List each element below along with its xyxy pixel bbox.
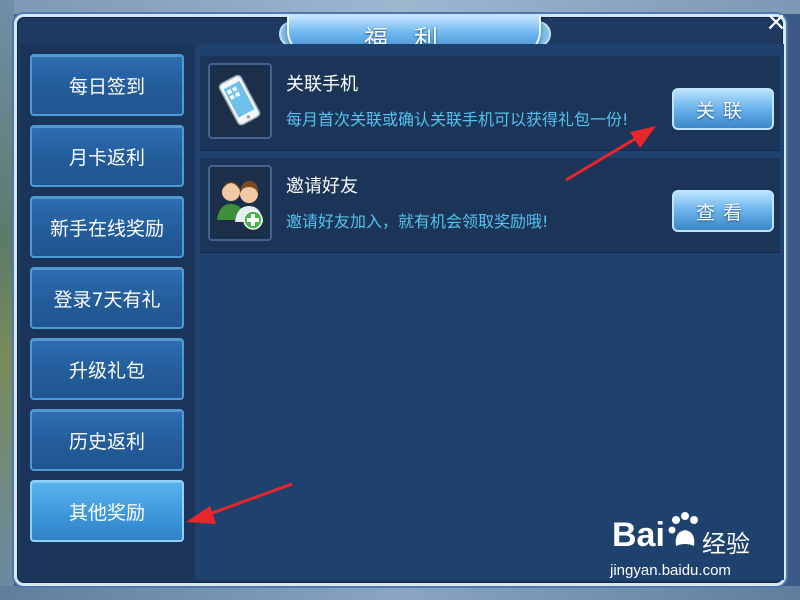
baidu-logo: Bai (612, 516, 665, 554)
background-bottom (0, 586, 800, 600)
close-icon[interactable]: × (762, 8, 790, 36)
annotation-arrow-icon (565, 126, 656, 182)
reward-title: 关联手机 (286, 74, 358, 95)
sidebar: 每日签到 月卡返利 新手在线奖励 登录7天有礼 升级礼包 历史返利 其他奖励 (20, 44, 194, 580)
sidebar-item-monthly-card[interactable]: 月卡返利 (30, 125, 184, 187)
reward-description: 邀请好友加入，就有机会领取奖励哦! (286, 212, 549, 231)
sidebar-item-newbie-online[interactable]: 新手在线奖励 (30, 196, 184, 258)
invite-friends-icon (208, 165, 272, 241)
link-phone-button[interactable]: 关联 (672, 88, 774, 130)
sidebar-item-daily-signin[interactable]: 每日签到 (30, 54, 184, 116)
phone-icon (208, 63, 272, 139)
watermark-url: jingyan.baidu.com (610, 562, 731, 579)
sidebar-item-level-up-gift[interactable]: 升级礼包 (30, 338, 184, 400)
list-item: 关联手机 每月首次关联或确认关联手机可以获得礼包一份! 关联 (200, 56, 780, 151)
baidu-paw-icon (668, 510, 702, 556)
background-top (0, 0, 800, 14)
baidu-jingyan-watermark: Bai 经验 jingyan.baidu.com (604, 512, 784, 582)
annotation-arrow-icon (186, 482, 293, 524)
reward-title: 邀请好友 (286, 176, 358, 197)
list-item: 邀请好友 邀请好友加入，就有机会领取奖励哦! 查看 (200, 158, 780, 253)
view-invite-button[interactable]: 查看 (672, 190, 774, 232)
background-left (0, 0, 14, 600)
watermark-text: 经验 (702, 530, 750, 558)
sidebar-item-other-rewards[interactable]: 其他奖励 (30, 480, 184, 542)
sidebar-item-history-rebate[interactable]: 历史返利 (30, 409, 184, 471)
sidebar-item-login-7-days[interactable]: 登录7天有礼 (30, 267, 184, 329)
